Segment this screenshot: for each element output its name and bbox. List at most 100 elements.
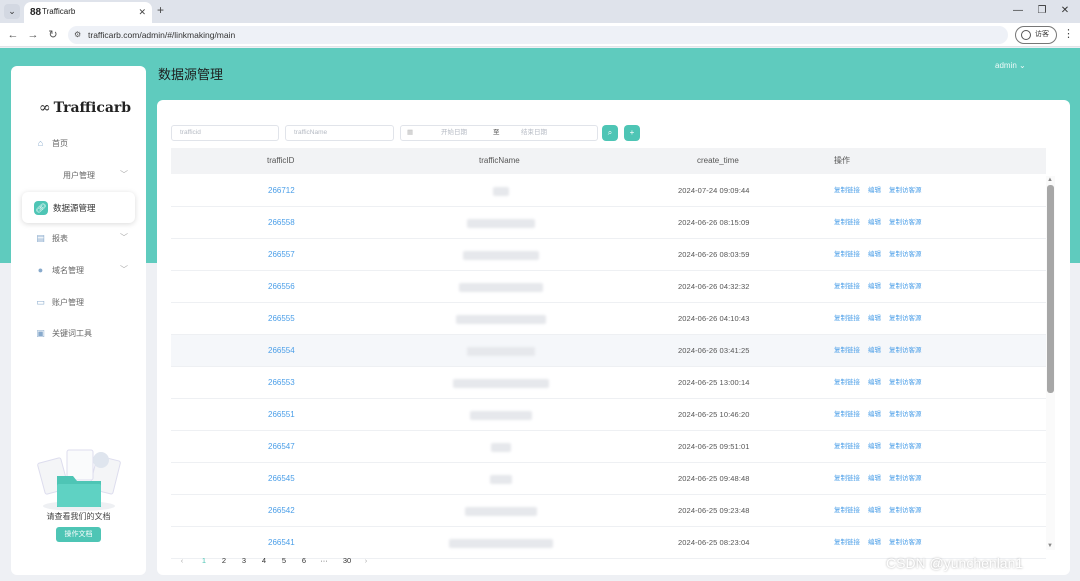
table-row[interactable]: 266556 2024-06-26 04:32:32 复制链接 编辑 复制访客源 xyxy=(171,271,1046,303)
sidebar-item-accounts[interactable]: ▭ 账户管理 xyxy=(23,289,136,317)
tab-list-chevron-icon[interactable]: ⌄ xyxy=(4,4,20,19)
edit-button[interactable]: 编辑 xyxy=(868,175,881,207)
copy-source-button[interactable]: 复制访客源 xyxy=(889,431,922,463)
edit-button[interactable]: 编辑 xyxy=(868,271,881,303)
copy-source-button[interactable]: 复制访客源 xyxy=(889,367,922,399)
table-row[interactable]: 266551 2024-06-25 10:46:20 复制链接 编辑 复制访客源 xyxy=(171,399,1046,431)
table-row[interactable]: 266554 2024-06-26 03:41:25 复制链接 编辑 复制访客源 xyxy=(171,335,1046,367)
close-window-icon[interactable]: ✕ xyxy=(1057,4,1073,18)
edit-button[interactable]: 编辑 xyxy=(868,495,881,527)
traffic-id-link[interactable]: 266554 xyxy=(268,335,295,367)
traffic-id-link[interactable]: 266545 xyxy=(268,463,295,495)
copy-link-button[interactable]: 复制链接 xyxy=(834,463,860,495)
traffic-id-link[interactable]: 266556 xyxy=(268,271,295,303)
copy-source-button[interactable]: 复制访客源 xyxy=(889,207,922,239)
url-bar[interactable]: ⚙ trafficarb.com/admin/#/linkmaking/main xyxy=(68,26,1008,44)
traffic-id-link[interactable]: 266712 xyxy=(268,175,295,207)
copy-link-button[interactable]: 复制链接 xyxy=(834,175,860,207)
copy-link-button[interactable]: 复制链接 xyxy=(834,335,860,367)
copy-link-button[interactable]: 复制链接 xyxy=(834,367,860,399)
minimize-icon[interactable]: — xyxy=(1010,4,1026,18)
copy-link-button[interactable]: 复制链接 xyxy=(834,239,860,271)
edit-button[interactable]: 编辑 xyxy=(868,463,881,495)
edit-button[interactable]: 编辑 xyxy=(868,335,881,367)
table-row[interactable]: 266553 2024-06-25 13:00:14 复制链接 编辑 复制访客源 xyxy=(171,367,1046,399)
copy-link-button[interactable]: 复制链接 xyxy=(834,207,860,239)
next-page-icon[interactable]: › xyxy=(359,553,373,569)
page-ellipsis[interactable]: ··· xyxy=(317,553,331,569)
sidebar-item-keywords[interactable]: ▣ 关键词工具 xyxy=(23,320,136,348)
traffic-id-link[interactable]: 266547 xyxy=(268,431,295,463)
traffic-id-link[interactable]: 266551 xyxy=(268,399,295,431)
back-icon[interactable]: ← xyxy=(6,28,20,42)
sidebar-item-datasource[interactable]: 🔗︎ 数据源管理 xyxy=(22,192,135,223)
sidebar-item-home[interactable]: ⌂ 首页 xyxy=(23,130,136,158)
page-button[interactable]: 30 xyxy=(337,553,357,569)
copy-source-button[interactable]: 复制访客源 xyxy=(889,271,922,303)
page-button[interactable]: 5 xyxy=(277,553,291,569)
traffic-id-link[interactable]: 266553 xyxy=(268,367,295,399)
edit-button[interactable]: 编辑 xyxy=(868,207,881,239)
traffic-id-link[interactable]: 266557 xyxy=(268,239,295,271)
browser-menu-icon[interactable]: ⋮ xyxy=(1063,27,1074,41)
user-menu[interactable]: admin ⌄ xyxy=(995,60,1026,72)
page-button[interactable]: 1 xyxy=(197,553,211,569)
table-row[interactable]: 266542 2024-06-25 09:23:48 复制链接 编辑 复制访客源 xyxy=(171,495,1046,527)
traffic-id-link[interactable]: 266558 xyxy=(268,207,295,239)
page-button[interactable]: 2 xyxy=(217,553,231,569)
scroll-down-icon[interactable]: ▼ xyxy=(1047,542,1053,550)
table-row[interactable]: 266558 2024-06-26 08:15:09 复制链接 编辑 复制访客源 xyxy=(171,207,1046,239)
vertical-scrollbar[interactable]: ▲ ▼ xyxy=(1046,176,1055,550)
logo[interactable]: ∞ Trafficarb xyxy=(39,99,131,117)
copy-source-button[interactable]: 复制访客源 xyxy=(889,463,922,495)
new-tab-icon[interactable]: + xyxy=(157,3,164,18)
browser-tab[interactable]: 88 Trafficarb ✕ xyxy=(24,2,152,23)
copy-link-button[interactable]: 复制链接 xyxy=(834,495,860,527)
copy-source-button[interactable]: 复制访客源 xyxy=(889,399,922,431)
table-row[interactable]: 266547 2024-06-25 09:51:01 复制链接 编辑 复制访客源 xyxy=(171,431,1046,463)
search-button[interactable]: ⌕ xyxy=(602,125,618,141)
page-button[interactable]: 4 xyxy=(257,553,271,569)
site-info-icon[interactable]: ⚙ xyxy=(74,29,81,41)
edit-button[interactable]: 编辑 xyxy=(868,399,881,431)
trafficname-input[interactable]: trafficName xyxy=(285,125,394,141)
edit-button[interactable]: 编辑 xyxy=(868,239,881,271)
sidebar-item-user-management[interactable]: 用户管理 ﹀ xyxy=(23,162,136,190)
page-button[interactable]: 3 xyxy=(237,553,251,569)
table-row[interactable]: 266555 2024-06-26 04:10:43 复制链接 编辑 复制访客源 xyxy=(171,303,1046,335)
add-button[interactable]: + xyxy=(624,125,640,141)
copy-link-button[interactable]: 复制链接 xyxy=(834,431,860,463)
forward-icon[interactable]: → xyxy=(26,28,40,42)
docs-button[interactable]: 操作文档 xyxy=(56,527,101,542)
copy-source-button[interactable]: 复制访客源 xyxy=(889,495,922,527)
profile-button[interactable]: 访客 xyxy=(1015,26,1057,44)
copy-link-button[interactable]: 复制链接 xyxy=(834,527,860,559)
copy-source-button[interactable]: 复制访客源 xyxy=(889,175,922,207)
copy-link-button[interactable]: 复制链接 xyxy=(834,303,860,335)
scroll-up-icon[interactable]: ▲ xyxy=(1047,176,1053,184)
table-row[interactable]: 266545 2024-06-25 09:48:48 复制链接 编辑 复制访客源 xyxy=(171,463,1046,495)
scrollbar-thumb[interactable] xyxy=(1047,185,1054,393)
edit-button[interactable]: 编辑 xyxy=(868,527,881,559)
copy-link-button[interactable]: 复制链接 xyxy=(834,271,860,303)
date-range-picker[interactable]: ▦ 开始日期 至 结束日期 xyxy=(400,125,598,141)
copy-link-button[interactable]: 复制链接 xyxy=(834,399,860,431)
restore-icon[interactable]: ❐ xyxy=(1034,4,1050,18)
trafficid-input[interactable]: trafficid xyxy=(171,125,279,141)
copy-source-button[interactable]: 复制访客源 xyxy=(889,335,922,367)
end-date-input[interactable]: 结束日期 xyxy=(521,126,547,140)
reload-icon[interactable]: ↻ xyxy=(46,28,60,42)
table-row[interactable]: 266557 2024-06-26 08:03:59 复制链接 编辑 复制访客源 xyxy=(171,239,1046,271)
close-tab-icon[interactable]: ✕ xyxy=(138,6,146,18)
traffic-id-link[interactable]: 266542 xyxy=(268,495,295,527)
start-date-input[interactable]: 开始日期 xyxy=(441,126,467,140)
sidebar-item-reports[interactable]: ▤ 报表 ﹀ xyxy=(23,225,136,253)
page-button[interactable]: 6 xyxy=(297,553,311,569)
sidebar-item-domains[interactable]: ● 域名管理 ﹀ xyxy=(23,257,136,285)
edit-button[interactable]: 编辑 xyxy=(868,303,881,335)
copy-source-button[interactable]: 复制访客源 xyxy=(889,303,922,335)
edit-button[interactable]: 编辑 xyxy=(868,431,881,463)
table-row[interactable]: 266712 2024-07-24 09:09:44 复制链接 编辑 复制访客源 xyxy=(171,175,1046,207)
edit-button[interactable]: 编辑 xyxy=(868,367,881,399)
traffic-id-link[interactable]: 266555 xyxy=(268,303,295,335)
